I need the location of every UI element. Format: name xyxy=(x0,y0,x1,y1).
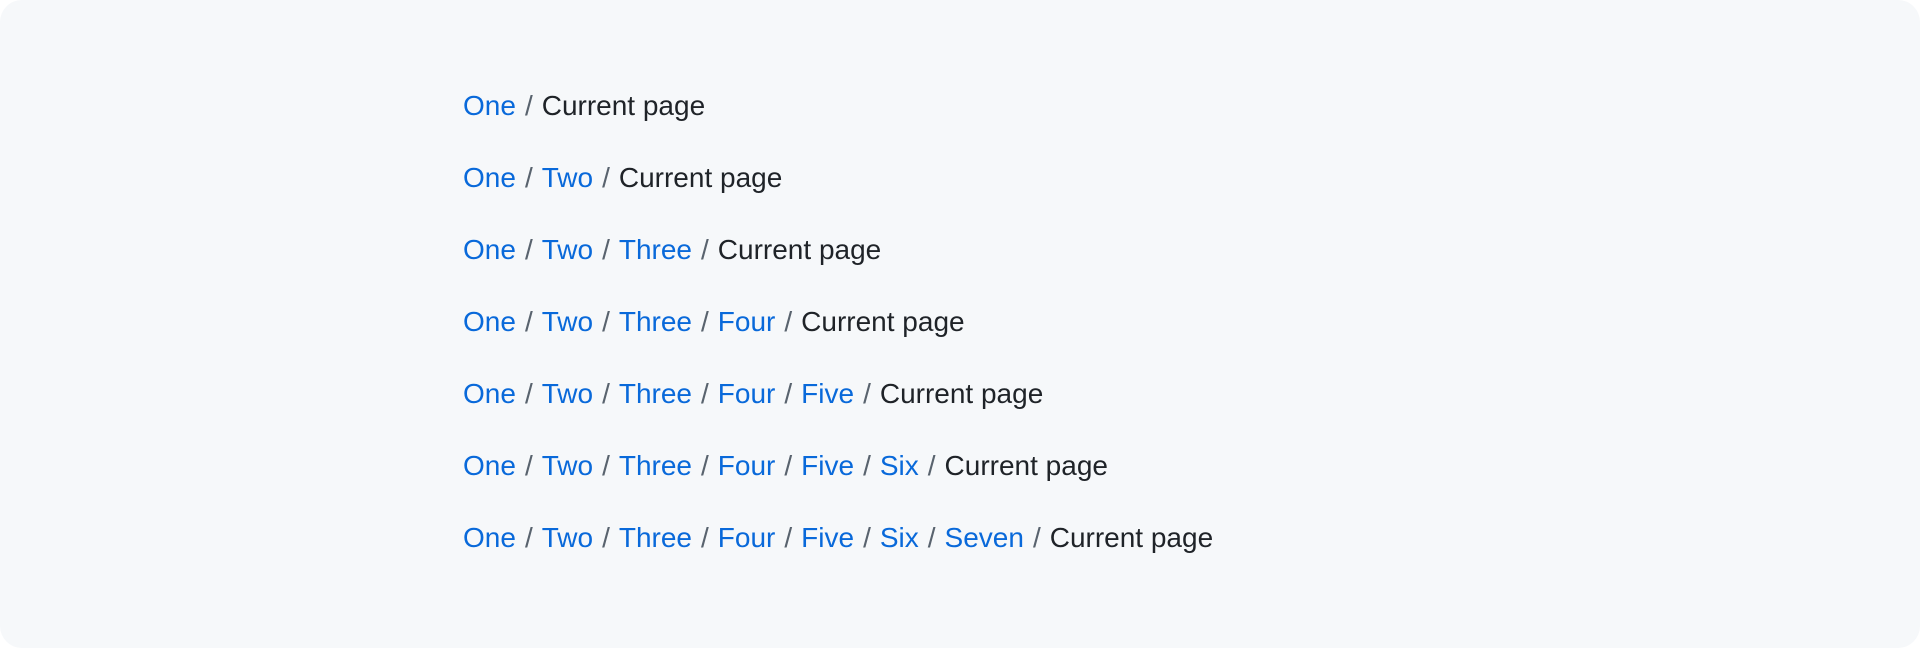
breadcrumb-separator: / xyxy=(701,450,709,481)
breadcrumb-link-seven[interactable]: Seven xyxy=(945,522,1024,553)
breadcrumb-link-one[interactable]: One xyxy=(463,162,516,193)
breadcrumb-separator: / xyxy=(927,450,936,481)
breadcrumb-separator: / xyxy=(524,234,533,265)
breadcrumb-link-four[interactable]: Four xyxy=(718,378,776,409)
breadcrumb-link-four[interactable]: Four xyxy=(718,450,776,481)
breadcrumb-separator: / xyxy=(524,450,533,481)
breadcrumb-link-three[interactable]: Three xyxy=(619,450,692,481)
breadcrumb: One / Two / Three / Four / Five / Six / Seven / Curren… xyxy=(463,516,1213,588)
breadcrumb-link-four[interactable]: Four xyxy=(718,306,776,337)
breadcrumb-examples: One / Current page One / Two / Current page One /… xyxy=(463,84,1213,588)
breadcrumb-link-one[interactable]: One xyxy=(463,306,516,337)
breadcrumb-link-one[interactable]: One xyxy=(463,450,516,481)
breadcrumb: One / Two / Three / Current page xyxy=(463,228,1213,300)
breadcrumb-separator: / xyxy=(602,234,610,265)
breadcrumb-link-three[interactable]: Three xyxy=(619,378,692,409)
breadcrumb-link-two[interactable]: Two xyxy=(542,162,593,193)
breadcrumb-current-page: Current page xyxy=(879,378,1044,409)
breadcrumb-link-two[interactable]: Two xyxy=(542,234,593,265)
breadcrumb-separator: / xyxy=(524,378,533,409)
breadcrumb-link-two[interactable]: Two xyxy=(542,306,593,337)
breadcrumb: One / Two / Current page xyxy=(463,156,1213,228)
breadcrumb-link-three[interactable]: Three xyxy=(619,234,692,265)
breadcrumb-link-one[interactable]: One xyxy=(463,234,516,265)
breadcrumb-separator: / xyxy=(927,522,936,553)
breadcrumb-current-page: Current page xyxy=(801,306,965,337)
breadcrumb-separator: / xyxy=(524,90,533,121)
breadcrumb-link-one[interactable]: One xyxy=(463,90,516,121)
breadcrumb-separator: / xyxy=(863,450,871,481)
breadcrumb-link-six[interactable]: Six xyxy=(880,522,919,553)
breadcrumb-link-three[interactable]: Three xyxy=(619,522,692,553)
breadcrumb-separator: / xyxy=(863,378,871,409)
breadcrumb-separator: / xyxy=(602,522,610,553)
breadcrumb-link-five[interactable]: Five xyxy=(801,378,854,409)
breadcrumb: One / Two / Three / Four / Five / Current page xyxy=(463,372,1213,444)
breadcrumb-separator: / xyxy=(602,162,610,193)
breadcrumb-link-six[interactable]: Six xyxy=(880,450,919,481)
breadcrumb-separator: / xyxy=(524,522,533,553)
breadcrumb-separator: / xyxy=(602,450,610,481)
breadcrumb-link-two[interactable]: Two xyxy=(542,378,593,409)
breadcrumb-current-page: Current page xyxy=(618,162,783,193)
breadcrumb-separator: / xyxy=(701,306,709,337)
breadcrumb-separator: / xyxy=(1032,522,1041,553)
breadcrumb-separator: / xyxy=(701,378,709,409)
breadcrumb-current-page: Current page xyxy=(717,234,882,265)
breadcrumb-link-four[interactable]: Four xyxy=(718,522,776,553)
breadcrumb-current-page: Current page xyxy=(541,90,706,121)
breadcrumb-separator: / xyxy=(602,378,610,409)
breadcrumb-link-one[interactable]: One xyxy=(463,378,516,409)
breadcrumb-link-one[interactable]: One xyxy=(463,522,516,553)
breadcrumb: One / Current page xyxy=(463,84,1213,156)
breadcrumb-link-three[interactable]: Three xyxy=(619,306,692,337)
breadcrumb-separator: / xyxy=(784,378,793,409)
breadcrumb-separator: / xyxy=(701,234,709,265)
breadcrumb-separator: / xyxy=(524,306,533,337)
breadcrumb-separator: / xyxy=(701,522,709,553)
breadcrumb-separator: / xyxy=(784,306,793,337)
page-canvas: One / Current page One / Two / Current page One /… xyxy=(0,0,1920,648)
breadcrumb-separator: / xyxy=(863,522,871,553)
breadcrumb-separator: / xyxy=(524,162,533,193)
breadcrumb: One / Two / Three / Four / Current page xyxy=(463,300,1213,372)
breadcrumb-separator: / xyxy=(784,450,793,481)
breadcrumb-separator: / xyxy=(602,306,610,337)
breadcrumb-current-page: Current page xyxy=(944,450,1108,481)
breadcrumb-current-page: Current page xyxy=(1049,522,1214,553)
breadcrumb-link-two[interactable]: Two xyxy=(542,522,593,553)
breadcrumb: One / Two / Three / Four / Five / Six / Current page xyxy=(463,444,1213,516)
breadcrumb-link-five[interactable]: Five xyxy=(801,522,854,553)
breadcrumb-link-five[interactable]: Five xyxy=(801,450,854,481)
breadcrumb-separator: / xyxy=(784,522,793,553)
breadcrumb-link-two[interactable]: Two xyxy=(542,450,593,481)
